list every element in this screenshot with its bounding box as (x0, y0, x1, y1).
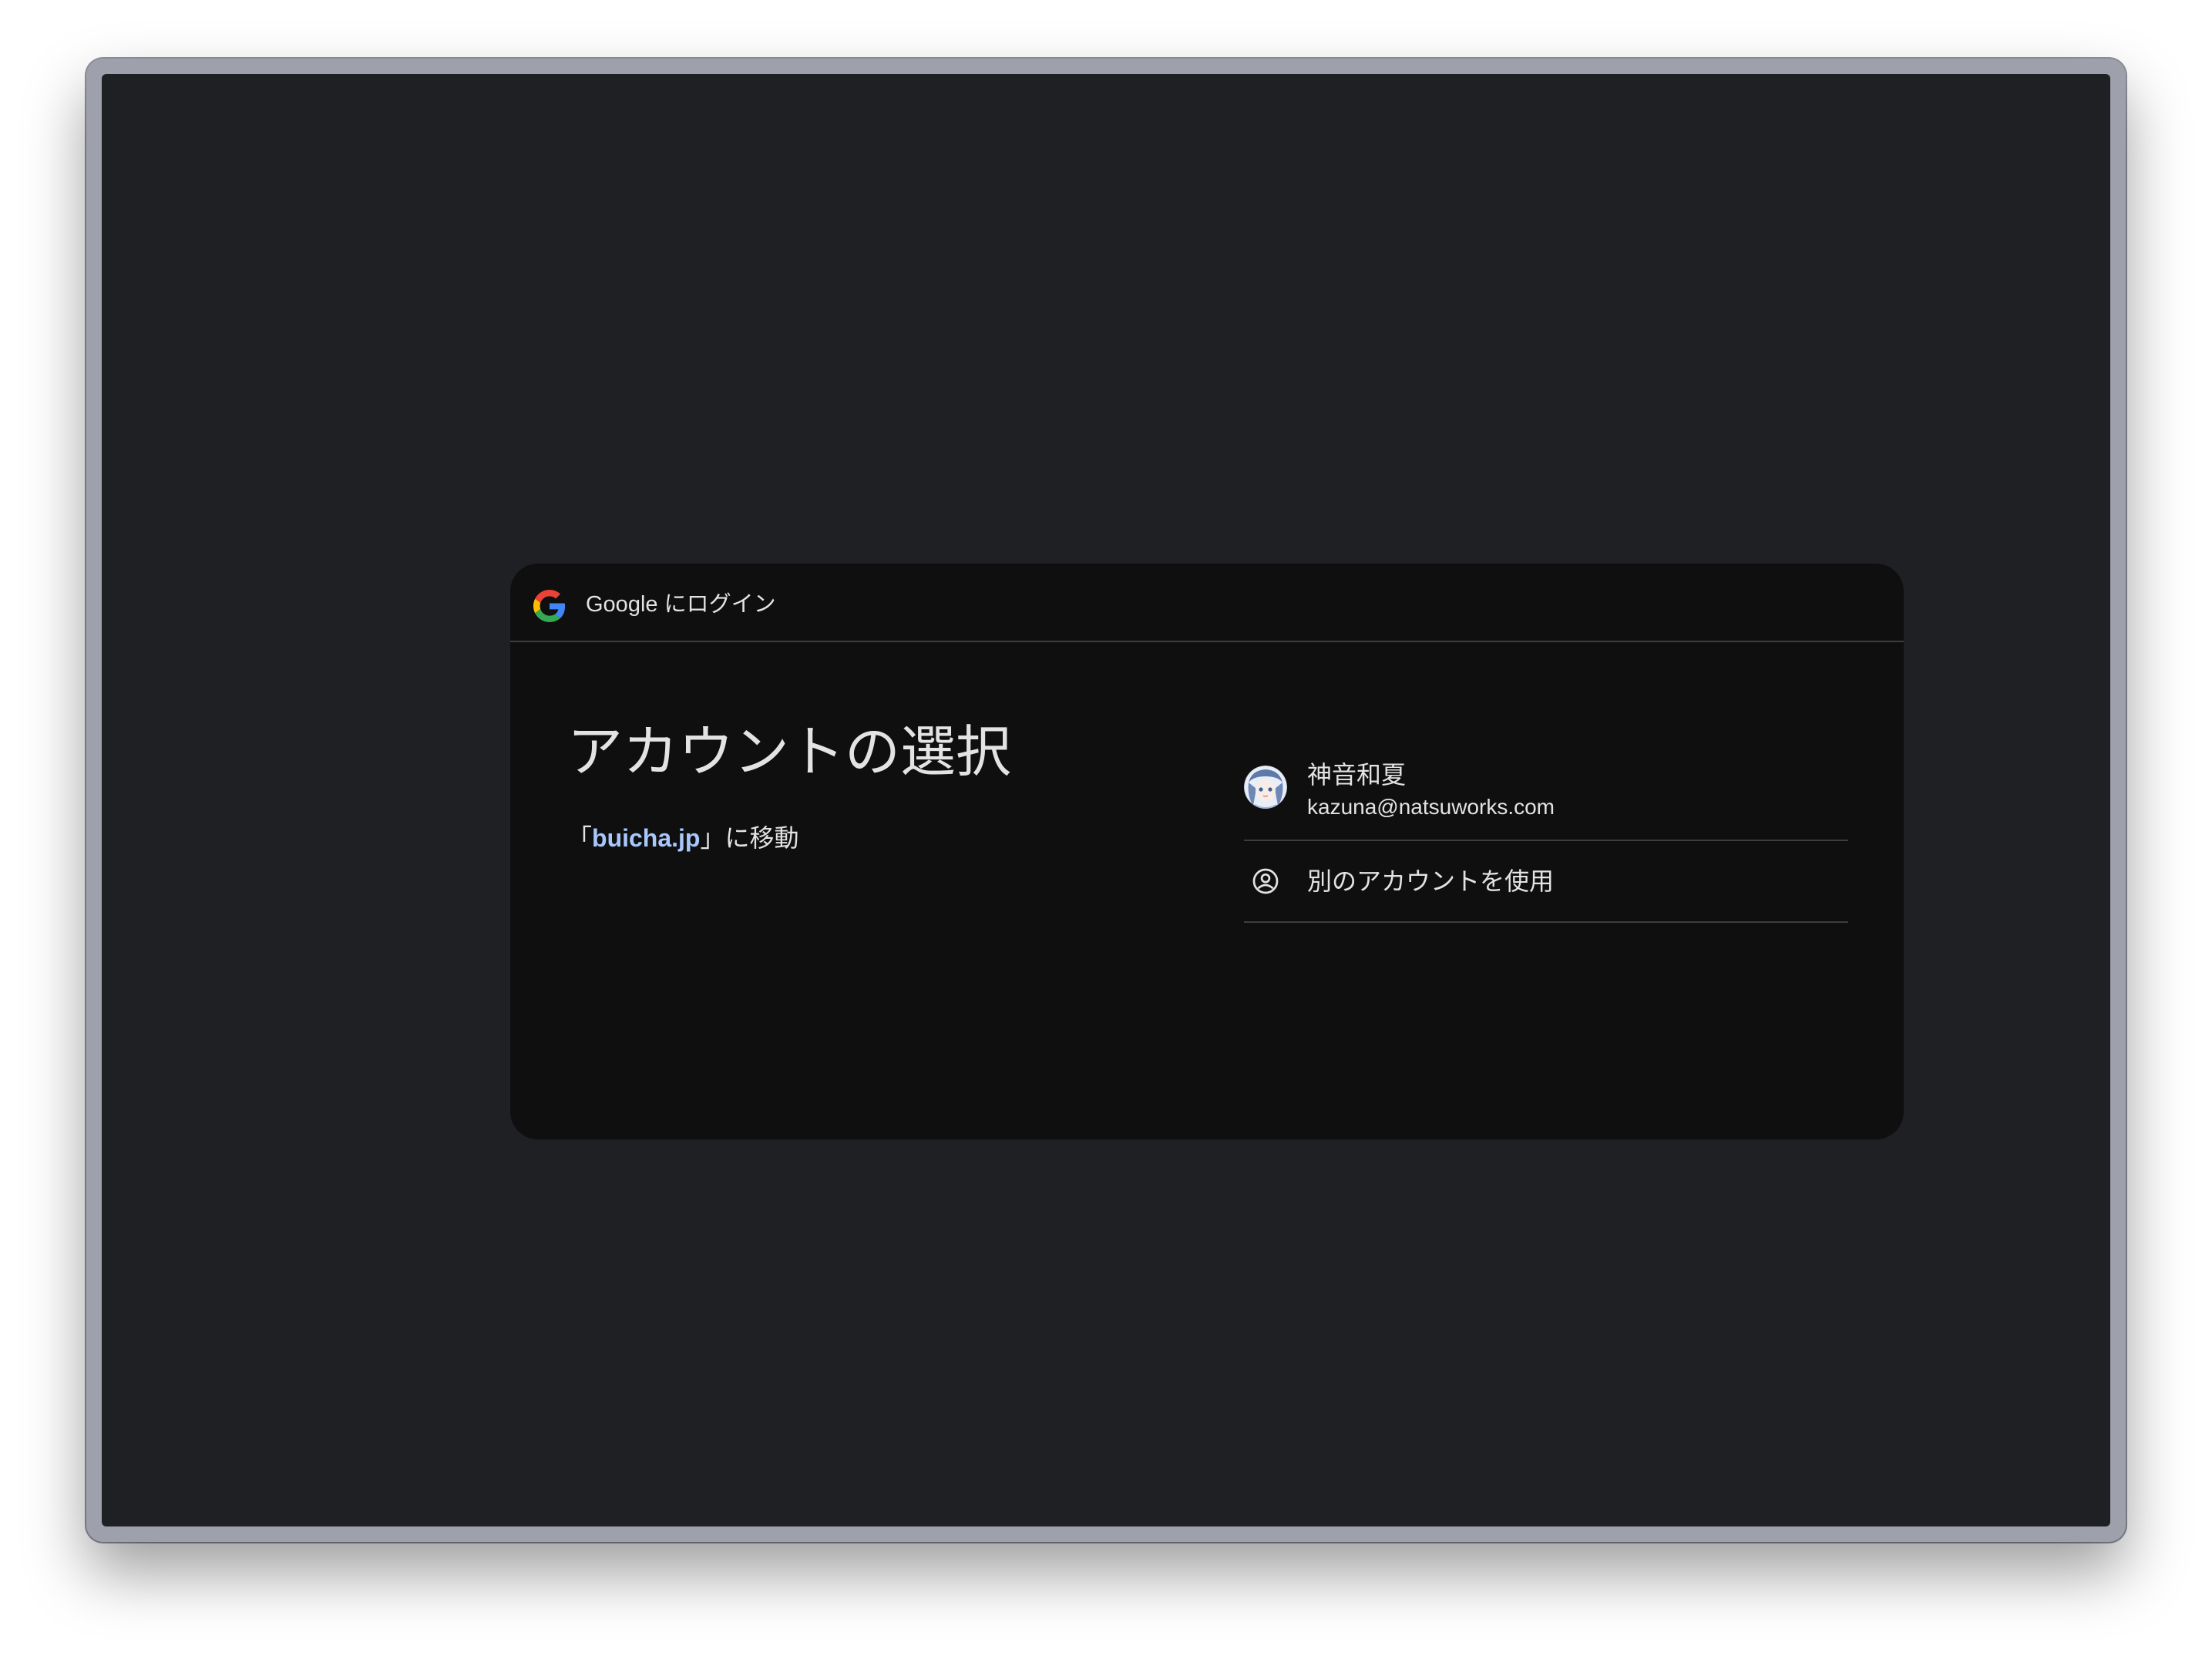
use-another-account-label: 別のアカウントを使用 (1307, 867, 1555, 895)
account-chooser-dialog: Google にログイン アカウントの選択 「buicha.jp」に移動 神音和… (510, 564, 1904, 1139)
continue-to-subtitle: 「buicha.jp」に移動 (567, 821, 1011, 855)
use-another-account-button[interactable]: 別のアカウントを使用 (1244, 841, 1848, 923)
account-name: 神音和夏 (1307, 761, 1407, 789)
page-title: アカウントの選択 (567, 722, 1012, 783)
browser-window: Google にログイン アカウントの選択 「buicha.jp」に移動 神音和… (86, 59, 2126, 1542)
google-g-icon (533, 590, 566, 622)
subtitle-suffix: 」に移動 (700, 824, 799, 852)
site-link[interactable]: buicha.jp (592, 824, 700, 852)
account-list: 神音和夏 kazuna@natsuworks.com 別のアカウントを使用 (1244, 746, 1848, 923)
left-pane: アカウントの選択 「buicha.jp」に移動 (567, 718, 1011, 855)
dialog-header: Google にログイン (510, 564, 1904, 642)
header-title: Google にログイン (586, 592, 776, 617)
subtitle-prefix: 「 (567, 824, 593, 852)
person-circle-icon (1252, 868, 1279, 894)
account-email: kazuna@natsuworks.com (1307, 795, 1555, 819)
account-item[interactable]: 神音和夏 kazuna@natsuworks.com (1244, 746, 1848, 841)
avatar (1244, 766, 1287, 809)
window-content: Google にログイン アカウントの選択 「buicha.jp」に移動 神音和… (102, 74, 2110, 1526)
